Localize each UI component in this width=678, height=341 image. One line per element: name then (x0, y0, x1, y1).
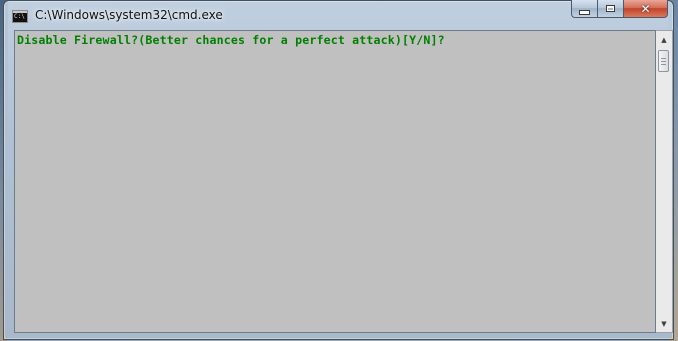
window-title: C:\Windows\system32\cmd.exe (35, 8, 223, 22)
cmd-app-icon-text: C:\ (14, 13, 25, 20)
close-button[interactable]: ✕ (623, 0, 668, 18)
maximize-button[interactable] (597, 0, 623, 18)
cmd-app-icon[interactable]: C:\ (12, 10, 28, 23)
thumb-grip-line (661, 64, 666, 65)
cmd-window[interactable]: C:\ C:\Windows\system32\cmd.exe ✕ Disabl… (3, 0, 674, 340)
scrollbar-thumb[interactable] (658, 50, 669, 72)
close-icon: ✕ (640, 1, 651, 16)
scroll-up-arrow-icon[interactable]: ▲ (656, 31, 672, 48)
vertical-scrollbar[interactable]: ▲ ▼ (656, 30, 673, 333)
minimize-icon (579, 9, 590, 15)
title-bar[interactable]: C:\ C:\Windows\system32\cmd.exe ✕ (4, 0, 673, 31)
caption-buttons: ✕ (571, 0, 668, 19)
console-output[interactable]: Disable Firewall?(Better chances for a p… (14, 30, 656, 333)
thumb-grip-line (661, 58, 666, 59)
maximize-icon (606, 5, 615, 12)
window-bottom-border[interactable] (4, 331, 673, 339)
console-prompt-line: Disable Firewall?(Better chances for a p… (17, 33, 445, 47)
minimize-button[interactable] (571, 0, 597, 18)
scroll-down-arrow-icon[interactable]: ▼ (656, 315, 672, 332)
thumb-grip-line (661, 61, 666, 62)
